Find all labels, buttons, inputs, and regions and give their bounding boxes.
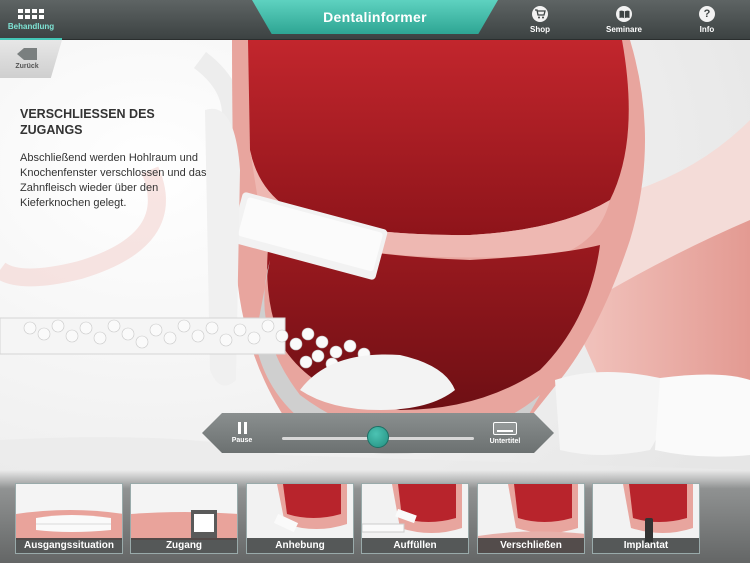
behandlung-label: Behandlung	[7, 22, 55, 31]
chapter-ausgangssituation[interactable]: Ausgangssituation	[15, 483, 123, 554]
book-icon	[616, 6, 632, 22]
behandlung-tab[interactable]: Behandlung	[0, 0, 66, 40]
chapter-zugang[interactable]: Zugang	[130, 483, 238, 554]
subtitle-icon	[493, 422, 517, 435]
chapter-label: Implantat	[593, 538, 699, 553]
progress-slider-thumb[interactable]	[367, 426, 389, 448]
chapter-anhebung[interactable]: Anhebung	[246, 483, 354, 554]
subtitle-button[interactable]: Untertitel	[476, 413, 534, 453]
back-label: Zurück	[15, 63, 39, 70]
pause-label: Pause	[231, 437, 253, 444]
chapter-label: Verschließen	[478, 538, 584, 553]
subtitle-label: Untertitel	[489, 437, 521, 445]
app-title: Dentalinformer	[252, 0, 498, 34]
seminare-button[interactable]: Seminare	[589, 0, 659, 40]
info-label: Info	[699, 25, 715, 34]
chapter-label: Anhebung	[247, 538, 353, 553]
chapter-verschliessen[interactable]: Verschließen	[477, 483, 585, 554]
section-description: Abschließend werden Hohlraum und Knochen…	[20, 152, 207, 209]
seminare-label: Seminare	[605, 25, 643, 34]
video-player-controls: Pause Untertitel	[202, 413, 554, 453]
pause-icon	[238, 422, 247, 434]
back-arrow-icon	[17, 48, 37, 60]
question-icon: ?	[699, 6, 715, 22]
shop-button[interactable]: Shop	[505, 0, 575, 40]
grid-icon	[18, 9, 44, 19]
chapter-label: Auffüllen	[362, 538, 468, 553]
shop-label: Shop	[530, 25, 550, 34]
chapter-auffuellen[interactable]: Auffüllen	[361, 483, 469, 554]
chapter-label: Ausgangssituation	[16, 538, 122, 553]
info-button[interactable]: ? Info	[672, 0, 742, 40]
cart-icon	[532, 6, 548, 22]
chapter-implantat[interactable]: Implantat	[592, 483, 700, 554]
top-navigation-bar: Behandlung Dentalinformer Shop Seminare …	[0, 0, 750, 40]
active-tab-indicator	[0, 38, 62, 40]
section-heading: VERSCHLIESSEN DES ZUGANGS	[20, 107, 155, 137]
pause-button[interactable]: Pause	[222, 413, 262, 453]
chapter-label: Zugang	[131, 538, 237, 553]
